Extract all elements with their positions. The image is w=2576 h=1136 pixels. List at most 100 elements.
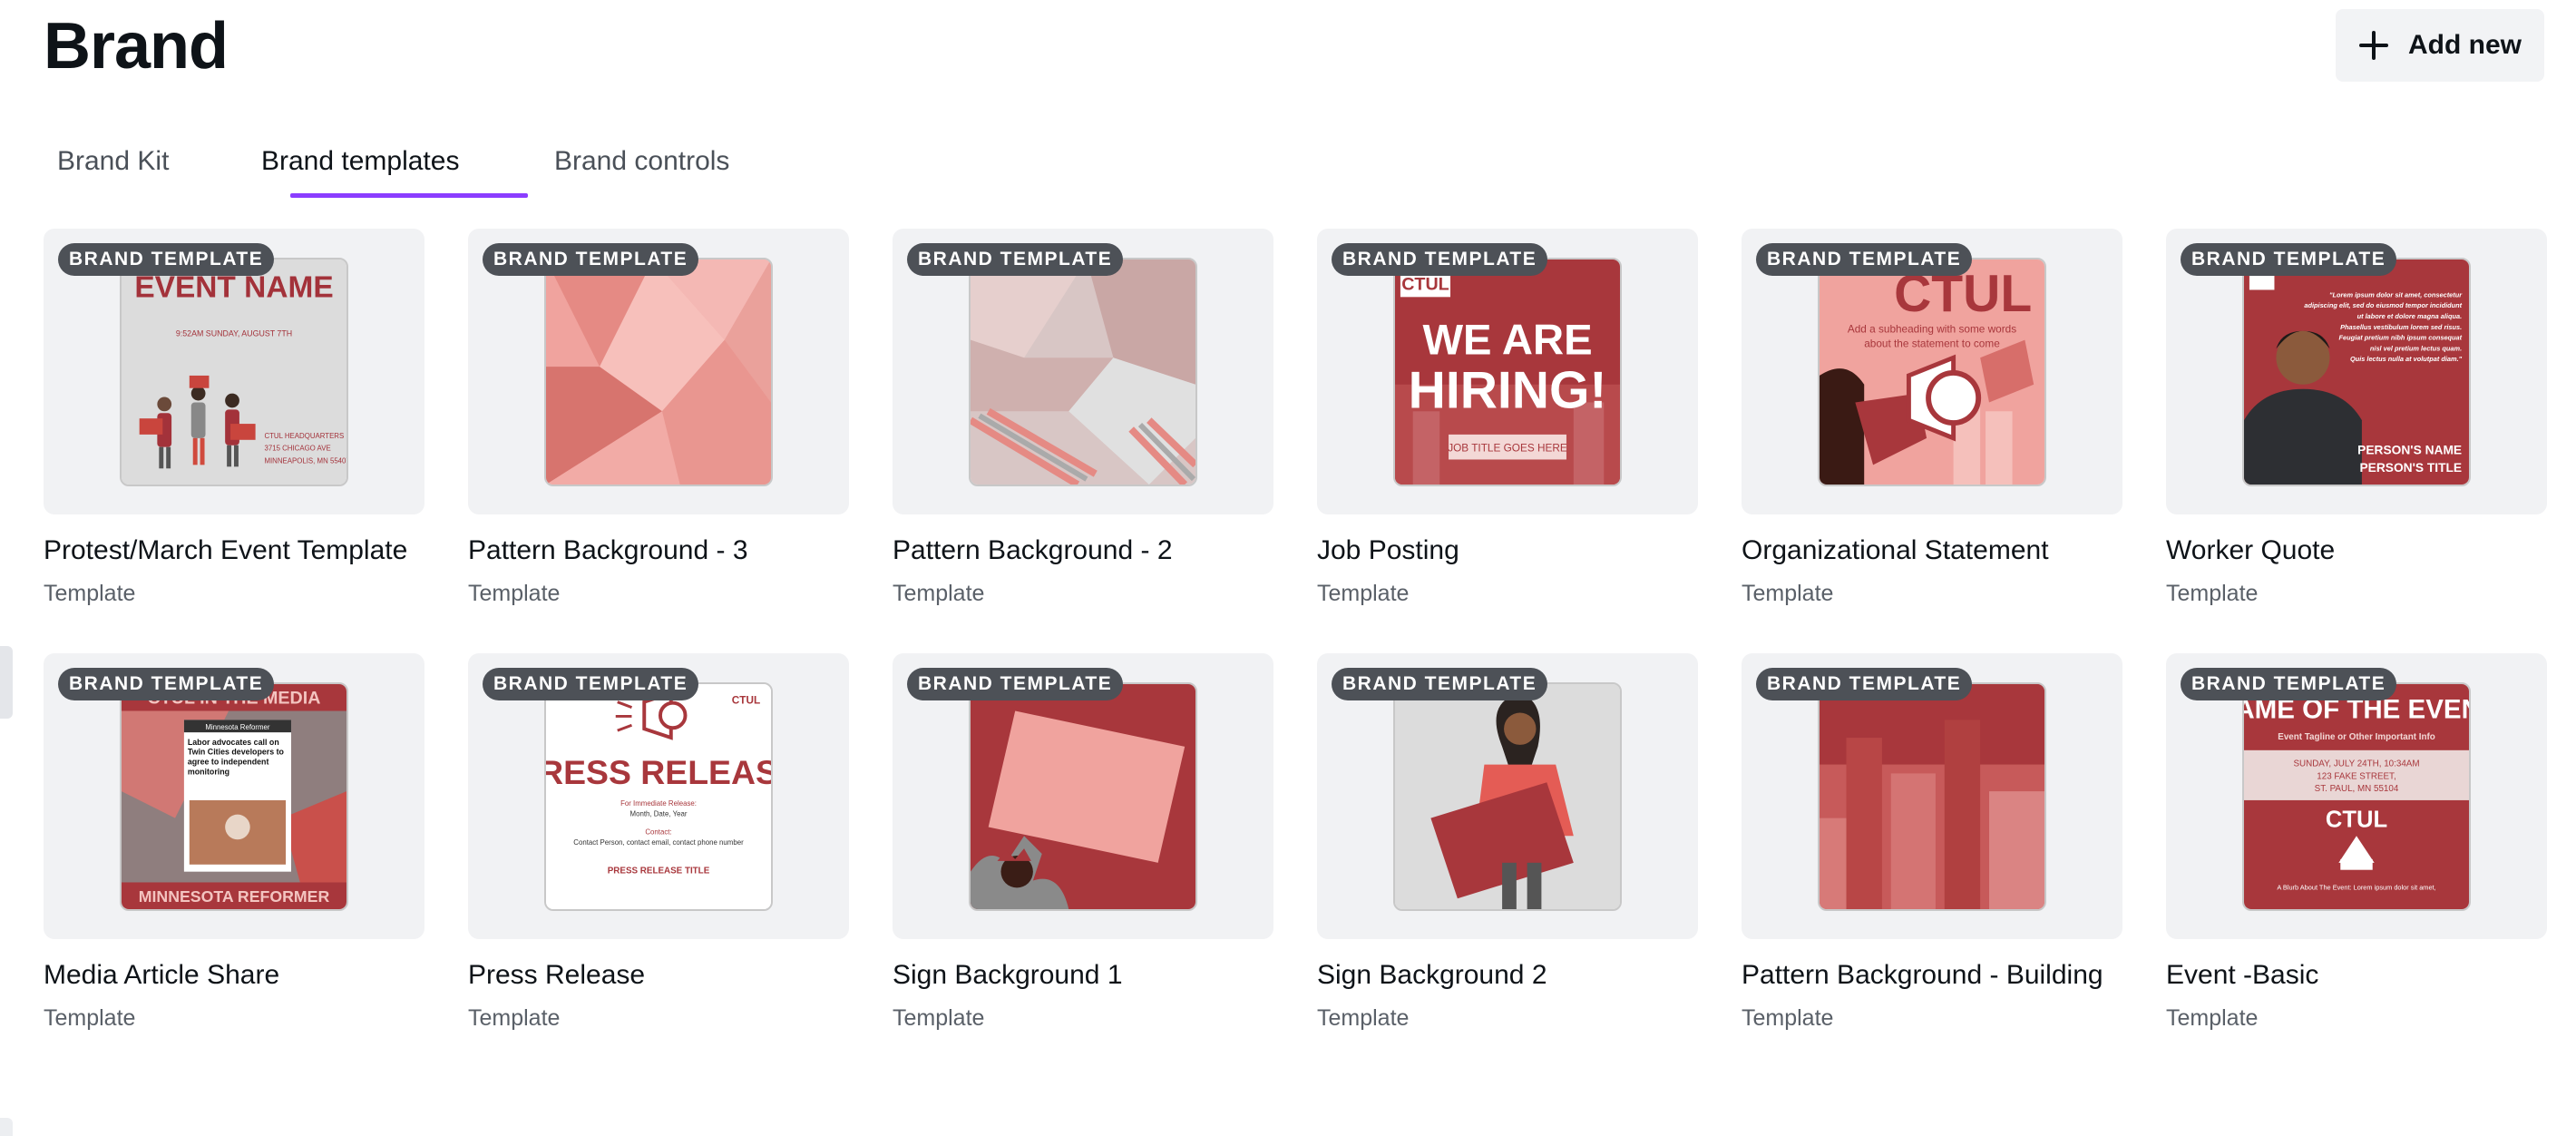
template-card-media-article-share[interactable]: BRAND TEMPLATE CTUL IN THE MEDIA Minneso… bbox=[44, 653, 424, 1080]
template-thumbnail: CTUL PRESS RELEASE For Immediate Release… bbox=[544, 682, 773, 911]
template-type-label: Template bbox=[468, 581, 561, 606]
template-card-pattern-background-2[interactable]: BRAND TEMPLATE Pattern Background - 2 Te… bbox=[893, 229, 1273, 655]
brand-template-badge: BRAND TEMPLATE bbox=[58, 668, 275, 700]
template-card-worker-quote[interactable]: BRAND TEMPLATE "Lorem ipsum dolor sit am… bbox=[2166, 229, 2547, 655]
brand-template-badge: BRAND TEMPLATE bbox=[483, 243, 699, 276]
side-panel-handle[interactable] bbox=[0, 646, 13, 719]
template-thumbnail bbox=[1818, 682, 2046, 911]
tab-brand-kit[interactable]: Brand Kit bbox=[57, 136, 169, 200]
template-title[interactable]: Sign Background 1 bbox=[893, 960, 1273, 991]
svg-text:For Immediate Release:: For Immediate Release: bbox=[620, 799, 697, 808]
brand-template-badge: BRAND TEMPLATE bbox=[1332, 668, 1548, 700]
add-new-button[interactable]: Add new bbox=[2336, 9, 2544, 82]
template-type-label: Template bbox=[1742, 1005, 1834, 1031]
svg-text:PRESS RELEASE TITLE: PRESS RELEASE TITLE bbox=[608, 867, 710, 876]
template-type-label: Template bbox=[2166, 581, 2259, 606]
template-card-protest-march[interactable]: BRAND TEMPLATE EVENT NAME 9:52AM SUNDAY,… bbox=[44, 229, 424, 655]
template-type-label: Template bbox=[1742, 581, 1834, 606]
add-new-label: Add new bbox=[2408, 30, 2522, 60]
template-card-sign-background-1[interactable]: BRAND TEMPLATE Sign Background 1 Templat… bbox=[893, 653, 1273, 1080]
template-card-sign-background-2[interactable]: BRAND TEMPLATE Sign Background 2 Templat… bbox=[1317, 653, 1698, 1080]
template-type-label: Template bbox=[468, 1005, 561, 1031]
svg-text:JOB TITLE GOES HERE: JOB TITLE GOES HERE bbox=[1448, 442, 1567, 455]
svg-text:"Lorem ipsum dolor sit amet, c: "Lorem ipsum dolor sit amet, consectetur bbox=[2329, 290, 2463, 299]
template-title[interactable]: Pattern Background - 3 bbox=[468, 535, 849, 566]
svg-text:PRESS RELEASE: PRESS RELEASE bbox=[546, 753, 771, 791]
svg-text:CTUL HEADQUARTERS: CTUL HEADQUARTERS bbox=[264, 432, 344, 440]
template-card-job-posting[interactable]: BRAND TEMPLATE CTUL WE ARE HIRING! JOB T… bbox=[1317, 229, 1698, 655]
template-thumbnail: CTUL Add a subheading with some words ab… bbox=[1818, 258, 2046, 486]
svg-text:Add a subheading with some wor: Add a subheading with some words bbox=[1848, 323, 2016, 336]
brand-template-badge: BRAND TEMPLATE bbox=[2181, 668, 2397, 700]
svg-text:Minnesota Reformer: Minnesota Reformer bbox=[205, 723, 270, 731]
template-thumbnail bbox=[1393, 682, 1622, 911]
svg-text:CTUL: CTUL bbox=[2326, 807, 2387, 832]
svg-text:PERSON'S NAME: PERSON'S NAME bbox=[2357, 444, 2462, 457]
template-title[interactable]: Pattern Background - 2 bbox=[893, 535, 1273, 566]
svg-text:A Blurb About The Event: Lorem: A Blurb About The Event: Lorem ipsum dol… bbox=[2277, 883, 2435, 891]
svg-text:MINNESOTA REFORMER: MINNESOTA REFORMER bbox=[139, 887, 330, 906]
svg-text:MINNEAPOLIS, MN 55407: MINNEAPOLIS, MN 55407 bbox=[264, 456, 346, 465]
template-title[interactable]: Pattern Background - Building bbox=[1742, 960, 2122, 991]
svg-text:SUNDAY, JULY 24TH, 10:34AM: SUNDAY, JULY 24TH, 10:34AM bbox=[2293, 759, 2419, 769]
template-type-label: Template bbox=[893, 1005, 985, 1031]
svg-text:Contact:: Contact: bbox=[645, 828, 671, 836]
template-type-label: Template bbox=[44, 1005, 136, 1031]
template-card-event-basic[interactable]: BRAND TEMPLATE NAME OF THE EVENT Event T… bbox=[2166, 653, 2547, 1080]
svg-text:HIRING!: HIRING! bbox=[1409, 361, 1607, 419]
active-tab-indicator bbox=[290, 193, 528, 198]
svg-text:CTUL: CTUL bbox=[1401, 274, 1449, 294]
svg-text:Month, Date, Year: Month, Date, Year bbox=[630, 810, 688, 818]
brand-template-badge: BRAND TEMPLATE bbox=[1756, 668, 1973, 700]
template-card-pattern-background-building[interactable]: BRAND TEMPLATE Pattern Background - Buil… bbox=[1742, 653, 2122, 1080]
template-type-label: Template bbox=[893, 581, 985, 606]
template-type-label: Template bbox=[2166, 1005, 2259, 1031]
template-card-press-release[interactable]: BRAND TEMPLATE CTUL PRESS RELEASE For Im… bbox=[468, 653, 849, 1080]
svg-text:PERSON'S TITLE: PERSON'S TITLE bbox=[2359, 461, 2462, 475]
svg-text:3715 CHICAGO AVE: 3715 CHICAGO AVE bbox=[264, 445, 330, 453]
svg-text:123 FAKE STREET,: 123 FAKE STREET, bbox=[2317, 771, 2395, 781]
template-title[interactable]: Protest/March Event Template bbox=[44, 535, 424, 566]
svg-text:WE ARE: WE ARE bbox=[1422, 316, 1592, 364]
page-title: Brand bbox=[44, 10, 229, 83]
brand-template-badge: BRAND TEMPLATE bbox=[1332, 243, 1548, 276]
template-card-pattern-background-3[interactable]: BRAND TEMPLATE Pattern Background - 3 Te… bbox=[468, 229, 849, 655]
template-thumbnail: "Lorem ipsum dolor sit amet, consectetur… bbox=[2242, 258, 2471, 486]
template-title[interactable]: Event -Basic bbox=[2166, 960, 2547, 991]
template-title[interactable]: Job Posting bbox=[1317, 535, 1698, 566]
svg-text:Contact Person, contact email,: Contact Person, contact email, contact p… bbox=[573, 838, 744, 847]
template-thumbnail: NAME OF THE EVENT Event Tagline or Other… bbox=[2242, 682, 2471, 911]
plus-icon bbox=[2359, 31, 2388, 60]
template-title[interactable]: Sign Background 2 bbox=[1317, 960, 1698, 991]
brand-template-badge: BRAND TEMPLATE bbox=[2181, 243, 2397, 276]
svg-text:adipiscing elit, sed do eiusmo: adipiscing elit, sed do eiusmod tempor i… bbox=[2304, 301, 2462, 309]
svg-text:Feugiat pretium nibh ipsum con: Feugiat pretium nibh ipsum consequat bbox=[2338, 334, 2462, 342]
template-thumbnail bbox=[969, 682, 1197, 911]
svg-text:Phasellus vestibulum lorem sed: Phasellus vestibulum lorem sed risus. bbox=[2340, 323, 2462, 331]
svg-text:CTUL: CTUL bbox=[732, 694, 760, 707]
template-thumbnail: CTUL IN THE MEDIA Minnesota Reformer Lab… bbox=[120, 682, 348, 911]
svg-text:ut labore et dolore magna aliq: ut labore et dolore magna aliqua. bbox=[2357, 312, 2463, 320]
template-thumbnail: EVENT NAME 9:52AM SUNDAY, AUGUST 7TH CTU… bbox=[120, 258, 348, 486]
template-title[interactable]: Organizational Statement bbox=[1742, 535, 2122, 566]
template-title[interactable]: Worker Quote bbox=[2166, 535, 2547, 566]
tab-brand-controls[interactable]: Brand controls bbox=[554, 136, 729, 200]
template-title[interactable]: Media Article Share bbox=[44, 960, 424, 991]
side-panel-handle-lower bbox=[0, 1118, 13, 1136]
svg-text:Quis lectus nulla at volutpat: Quis lectus nulla at volutpat diam." bbox=[2350, 355, 2463, 363]
template-thumbnail bbox=[544, 258, 773, 486]
tab-brand-templates[interactable]: Brand templates bbox=[261, 136, 459, 200]
svg-text:nisl vel pretium lectus quam.: nisl vel pretium lectus quam. bbox=[2370, 344, 2462, 352]
svg-text:ST. PAUL, MN 55104: ST. PAUL, MN 55104 bbox=[2315, 784, 2399, 794]
template-title[interactable]: Press Release bbox=[468, 960, 849, 991]
brand-template-badge: BRAND TEMPLATE bbox=[907, 243, 1124, 276]
brand-template-badge: BRAND TEMPLATE bbox=[58, 243, 275, 276]
template-type-label: Template bbox=[1317, 581, 1410, 606]
brand-template-badge: BRAND TEMPLATE bbox=[1756, 243, 1973, 276]
svg-text:9:52AM SUNDAY, AUGUST 7TH: 9:52AM SUNDAY, AUGUST 7TH bbox=[176, 329, 292, 338]
template-thumbnail bbox=[969, 258, 1197, 486]
svg-text:about the statement to come: about the statement to come bbox=[1864, 337, 2000, 349]
brand-template-badge: BRAND TEMPLATE bbox=[907, 668, 1124, 700]
template-card-organizational-statement[interactable]: BRAND TEMPLATE CTUL Add a subheading wit… bbox=[1742, 229, 2122, 655]
template-thumbnail: CTUL WE ARE HIRING! JOB TITLE GOES HERE bbox=[1393, 258, 1622, 486]
